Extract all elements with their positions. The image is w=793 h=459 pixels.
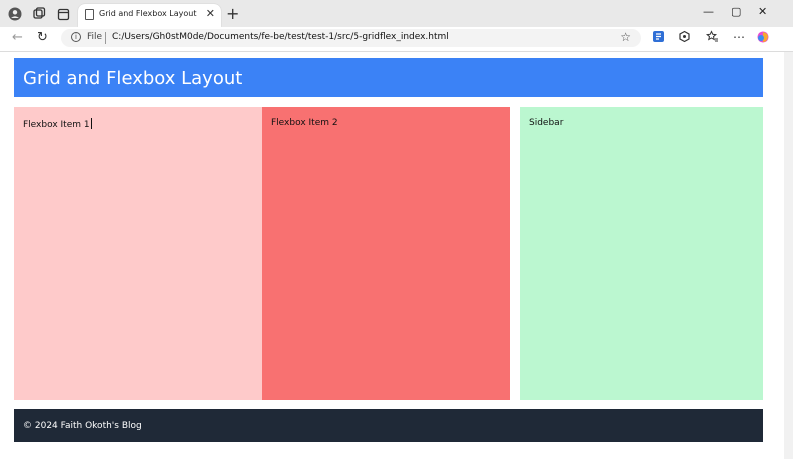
favorites-icon[interactable] xyxy=(705,30,719,46)
info-icon[interactable]: i xyxy=(71,32,81,42)
extension-icon[interactable] xyxy=(652,30,665,46)
active-tab[interactable]: Grid and Flexbox Layout ✕ xyxy=(78,4,221,27)
address-separator xyxy=(105,32,106,44)
refresh-icon[interactable]: ↻ xyxy=(37,30,48,45)
vertical-scrollbar[interactable] xyxy=(784,52,793,459)
flexbox-item-1-text: Flexbox Item 1 xyxy=(23,120,90,130)
more-icon[interactable]: ⋯ xyxy=(733,30,745,44)
address-scheme-label: File xyxy=(87,32,103,42)
browser-toolbar: ← ↻ i File C:/Users/Gh0stM0de/Documents/… xyxy=(0,27,793,51)
copilot-icon[interactable] xyxy=(756,30,770,47)
sidebar: Sidebar xyxy=(520,107,763,400)
site-header: Grid and Flexbox Layout xyxy=(14,58,763,97)
site-footer: © 2024 Faith Okoth's Blog xyxy=(14,409,763,442)
close-icon[interactable]: ✕ xyxy=(206,7,215,20)
flexbox-item-1: Flexbox Item 1 xyxy=(14,107,262,400)
footer-text: © 2024 Faith Okoth's Blog xyxy=(23,421,142,431)
url-text[interactable]: C:/Users/Gh0stM0de/Documents/fe-be/test/… xyxy=(112,32,449,42)
page-icon xyxy=(85,9,94,20)
sidebar-label: Sidebar xyxy=(529,118,564,128)
maximize-icon[interactable]: ▢ xyxy=(731,5,741,18)
flexbox-item-2: Flexbox Item 2 xyxy=(262,107,510,400)
page-viewport: Grid and Flexbox Layout Flexbox Item 1 F… xyxy=(0,52,784,459)
flexbox-item-1-label[interactable]: Flexbox Item 1 xyxy=(23,118,92,130)
profile-icon[interactable] xyxy=(7,6,23,22)
window-close-icon[interactable]: ✕ xyxy=(758,5,767,18)
browser-title-bar: Grid and Flexbox Layout ✕ + — ▢ ✕ xyxy=(0,0,793,27)
flexbox-item-2-label: Flexbox Item 2 xyxy=(271,118,338,128)
page-title: Grid and Flexbox Layout xyxy=(23,68,243,89)
address-bar[interactable]: i File C:/Users/Gh0stM0de/Documents/fe-b… xyxy=(61,29,641,47)
new-tab-icon[interactable]: + xyxy=(226,4,239,23)
minimize-icon[interactable]: — xyxy=(703,5,714,18)
tab-title: Grid and Flexbox Layout xyxy=(99,9,197,18)
browser-essentials-icon[interactable] xyxy=(678,30,691,46)
text-caret xyxy=(90,118,92,129)
tab-actions-icon[interactable] xyxy=(55,6,71,22)
back-icon[interactable]: ← xyxy=(12,30,23,45)
favorite-star-icon[interactable]: ☆ xyxy=(620,30,631,44)
workspaces-icon[interactable] xyxy=(31,6,47,22)
